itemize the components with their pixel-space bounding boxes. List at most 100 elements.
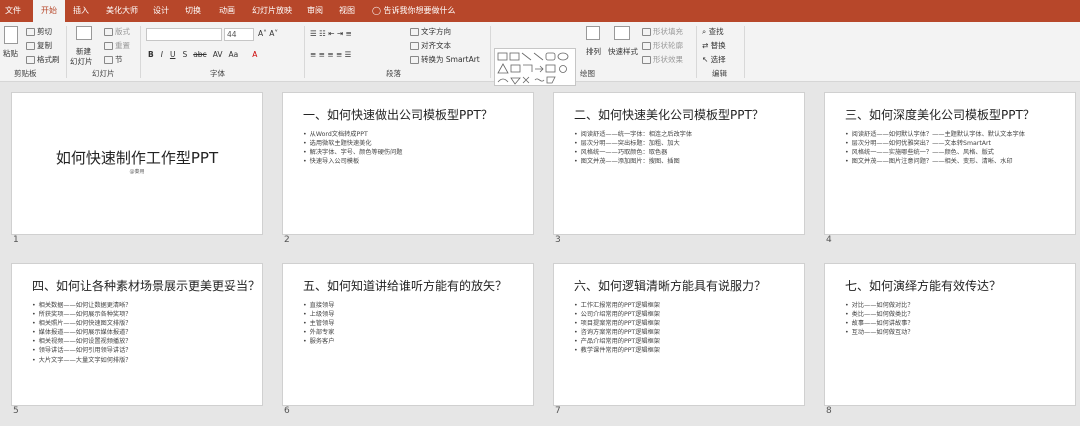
- reset-icon: [104, 42, 113, 50]
- bullet-item: 相关视频——如何设置视频播放？: [32, 337, 132, 346]
- slide-thumbnail-5[interactable]: 四、如何让各种素材场景展示更美更妥当？ 相关数据——如何让数据更清晰？ 所获奖项…: [12, 264, 262, 405]
- layout-icon: [104, 28, 113, 36]
- slide-thumbnail-2[interactable]: 一、如何快速做出公司模板型PPT？ 从Word文档转成PPT 选用微软主题快速美…: [283, 93, 533, 234]
- shapes-gallery[interactable]: [494, 48, 576, 86]
- find-label: 查找: [708, 27, 724, 36]
- find-button[interactable]: ⌕ 查找: [702, 26, 724, 37]
- new-slide-label-2[interactable]: 幻灯片: [70, 56, 93, 67]
- tab-slideshow[interactable]: 幻灯片放映: [248, 0, 296, 22]
- align-buttons[interactable]: ≡ ≡ ≡ ≡ ☰: [310, 50, 351, 59]
- bullet-item: 图文并茂——添加图片：搜图、插图: [574, 157, 692, 166]
- bullet-item: 服务客户: [303, 337, 335, 346]
- bullet-item: 层次分明——如何优雅突出？——文本转SmartArt: [845, 139, 1025, 148]
- replace-button[interactable]: ⇄ 替换: [702, 40, 726, 51]
- align-text-button[interactable]: 对齐文本: [410, 40, 451, 51]
- shape-fill-label: 形状填充: [653, 27, 683, 36]
- section-button[interactable]: 节: [104, 54, 123, 65]
- clipboard-group-label: 剪贴板: [14, 69, 37, 78]
- strikethrough-button[interactable]: abc: [193, 50, 206, 59]
- new-slide-icon[interactable]: [76, 26, 92, 40]
- search-icon: ⌕: [702, 27, 709, 36]
- tab-home[interactable]: 开始: [33, 0, 65, 22]
- tab-view[interactable]: 视图: [334, 0, 360, 22]
- separator: [490, 26, 491, 78]
- bullet-item: 领导讲话——如何引用领导讲话？: [32, 346, 132, 355]
- slide-number: 7: [555, 406, 561, 416]
- change-case-button[interactable]: Aa: [228, 50, 238, 59]
- layout-label: 版式: [115, 27, 130, 36]
- tab-file[interactable]: 文件: [0, 0, 26, 22]
- slide-title: 六、如何逻辑清晰方能具有说服力？: [574, 279, 767, 293]
- tell-me-label: 告诉我你想要做什么: [383, 6, 456, 15]
- shape-outline-button[interactable]: 形状轮廓: [642, 40, 683, 51]
- arrange-label[interactable]: 排列: [586, 46, 601, 57]
- text-direction-label: 文字方向: [421, 27, 451, 36]
- slide-thumbnail-1[interactable]: 如何快速制作工作型PPT @秦用: [12, 93, 262, 234]
- separator: [696, 26, 697, 78]
- list-buttons[interactable]: ☰ ☷ ⇤ ⇥ ≡: [310, 29, 352, 38]
- section-label: 节: [115, 55, 123, 64]
- separator: [66, 26, 67, 78]
- slide-title: 五、如何知道讲给谁听方能有的放矢？: [303, 279, 508, 293]
- slide-thumbnail-3[interactable]: 二、如何快速美化公司模板型PPT？ 阅读舒适——统一字体：相连之后改字体 层次分…: [554, 93, 804, 234]
- italic-button[interactable]: I: [161, 50, 163, 59]
- slide-number: 5: [13, 406, 19, 416]
- align-text-icon: [410, 42, 419, 50]
- replace-icon: ⇄: [702, 41, 711, 50]
- spacing-button[interactable]: AV: [213, 50, 223, 59]
- strike-button[interactable]: S: [182, 50, 187, 59]
- bold-button[interactable]: B: [148, 50, 154, 59]
- font-grow-shrink-icon[interactable]: A˄ A˅: [258, 29, 278, 38]
- select-label: 选择: [710, 55, 726, 64]
- paste-icon[interactable]: [4, 26, 18, 44]
- cursor-icon: ↖: [702, 55, 711, 64]
- quick-styles-label[interactable]: 快速样式: [608, 46, 638, 57]
- bullet-item: 大片文字——大量文字如何排版？: [32, 356, 132, 365]
- quick-styles-icon[interactable]: [614, 26, 630, 40]
- slide-thumbnail-7[interactable]: 六、如何逻辑清晰方能具有说服力？ 工作汇报常用的PPT逻辑框架 公司介绍常用的P…: [554, 264, 804, 405]
- slide-thumbnail-8[interactable]: 七、如何演绎方能有效传达？ 对比——如何做对比？ 类比——如何做类比？ 故事——…: [825, 264, 1075, 405]
- select-button[interactable]: ↖ 选择: [702, 54, 726, 65]
- cut-button[interactable]: 剪切: [26, 26, 52, 37]
- layout-button[interactable]: 版式: [104, 26, 130, 37]
- editing-group-label: 编辑: [712, 69, 727, 78]
- text-direction-button[interactable]: 文字方向: [410, 26, 451, 37]
- arrange-icon[interactable]: [586, 26, 600, 40]
- slides-group-label: 幻灯片: [92, 69, 115, 78]
- tab-beautify-master[interactable]: 美化大师: [100, 0, 144, 22]
- tell-me-box[interactable]: ◯ 告诉我你想要做什么: [372, 0, 456, 22]
- shape-fill-button[interactable]: 形状填充: [642, 26, 683, 37]
- tab-animations[interactable]: 动画: [214, 0, 240, 22]
- paste-label[interactable]: 粘贴: [3, 48, 18, 59]
- bullet-item: 从Word文档转成PPT: [303, 130, 402, 139]
- shape-effects-label: 形状效果: [653, 55, 683, 64]
- bullet-list: 直接领导 上级领导 主管领导 外部专家 服务客户: [303, 301, 335, 346]
- menu-bar: 文件 开始 插入 美化大师 设计 切换 动画 幻灯片放映 审阅 视图 ◯ 告诉我…: [0, 0, 1080, 22]
- smartart-button[interactable]: 转换为 SmartArt: [410, 54, 480, 65]
- tab-design[interactable]: 设计: [148, 0, 174, 22]
- slide-title: 一、如何快速做出公司模板型PPT？: [303, 108, 493, 122]
- shape-effects-button[interactable]: 形状效果: [642, 54, 683, 65]
- font-color-button[interactable]: A: [252, 50, 257, 59]
- cut-label: 剪切: [37, 27, 52, 36]
- format-painter-button[interactable]: 格式刷: [26, 54, 60, 65]
- font-size-field[interactable]: 44: [224, 28, 254, 41]
- bullet-item: 对比——如何做对比？: [845, 301, 914, 310]
- cover-title: 如何快速制作工作型PPT: [55, 149, 219, 167]
- slide-thumbnail-4[interactable]: 三、如何深度美化公司模板型PPT？ 阅读舒适——如何默认字体？——主题默认字体、…: [825, 93, 1075, 234]
- bullet-item: 咨询方案常用的PPT逻辑框架: [574, 328, 660, 337]
- tab-insert[interactable]: 插入: [68, 0, 94, 22]
- reset-button[interactable]: 重置: [104, 40, 130, 51]
- tab-review[interactable]: 审阅: [302, 0, 328, 22]
- font-name-field[interactable]: [146, 28, 222, 41]
- copy-button[interactable]: 复制: [26, 40, 52, 51]
- bullet-list: 从Word文档转成PPT 选用微软主题快速美化 解决字体、字号、颜色等硬伤问题 …: [303, 130, 403, 166]
- font-format-buttons: B I U Sabc AV Aa A: [148, 50, 257, 59]
- bullet-list: 工作汇报常用的PPT逻辑框架 公司介绍常用的PPT逻辑框架 项目提案常用的PPT…: [574, 301, 660, 356]
- tab-transitions[interactable]: 切换: [180, 0, 206, 22]
- bullet-item: 图文并茂——图片注意问题？——相关、变形、清晰、水印: [845, 157, 1025, 166]
- slide-thumbnail-6[interactable]: 五、如何知道讲给谁听方能有的放矢？ 直接领导 上级领导 主管领导 外部专家 服务…: [283, 264, 533, 405]
- slide-title: 三、如何深度美化公司模板型PPT？: [845, 108, 1035, 122]
- underline-button[interactable]: U: [170, 50, 176, 59]
- bullet-item: 项目提案常用的PPT逻辑框架: [574, 319, 660, 328]
